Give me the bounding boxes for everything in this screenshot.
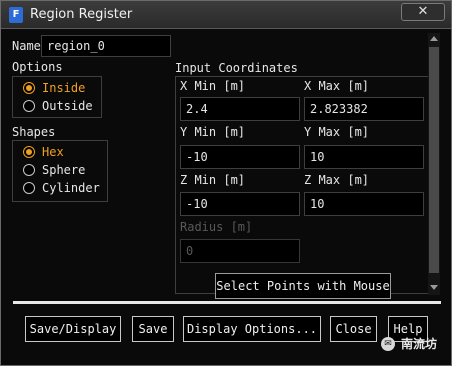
x-min-label: X Min [m] xyxy=(180,79,246,93)
separator-line xyxy=(13,301,441,304)
scroll-up-icon[interactable] xyxy=(430,36,438,41)
display-options-button[interactable]: Display Options... xyxy=(183,316,321,342)
name-label: Name xyxy=(12,39,41,53)
hex-label[interactable]: Hex xyxy=(42,145,64,159)
save-button[interactable]: Save xyxy=(132,316,174,342)
radius-field: 0 xyxy=(180,239,300,263)
outside-radio[interactable] xyxy=(23,100,35,112)
region-register-dialog: F Region Register ✕ Name region_0 Option… xyxy=(0,0,452,366)
window-title: Region Register xyxy=(30,7,133,22)
y-max-field[interactable]: 10 xyxy=(304,145,424,169)
z-min-label: Z Min [m] xyxy=(180,173,246,187)
sphere-label[interactable]: Sphere xyxy=(42,163,85,177)
app-icon: F xyxy=(9,7,23,23)
select-points-button[interactable]: Select Points with Mouse xyxy=(215,273,391,299)
x-max-label: X Max [m] xyxy=(304,79,370,93)
inside-radio[interactable] xyxy=(23,82,35,94)
inside-label[interactable]: Inside xyxy=(42,81,85,95)
z-min-field[interactable]: -10 xyxy=(180,192,300,216)
input-coordinates-label: Input Coordinates xyxy=(175,61,298,75)
shapes-label: Shapes xyxy=(12,125,56,139)
x-min-field[interactable]: 2.4 xyxy=(180,97,300,121)
y-min-field[interactable]: -10 xyxy=(180,145,300,169)
hex-radio[interactable] xyxy=(23,146,35,158)
watermark-text: 南流坊 xyxy=(401,337,438,351)
z-max-field[interactable]: 10 xyxy=(304,192,424,216)
outside-label[interactable]: Outside xyxy=(42,99,93,113)
y-max-label: Y Max [m] xyxy=(304,125,370,139)
cylinder-radio[interactable] xyxy=(23,182,35,194)
scrollbar-thumb[interactable] xyxy=(429,47,439,273)
close-window-button[interactable]: ✕ xyxy=(401,3,445,21)
close-button[interactable]: Close xyxy=(330,316,377,342)
x-max-field[interactable]: 2.823382 xyxy=(304,97,424,121)
radius-label: Radius [m] xyxy=(180,220,253,234)
y-min-label: Y Min [m] xyxy=(180,125,246,139)
cylinder-label[interactable]: Cylinder xyxy=(42,181,100,195)
title-bar[interactable]: F Region Register ✕ xyxy=(1,1,451,29)
sphere-radio[interactable] xyxy=(23,164,35,176)
dialog-content: Name region_0 Options Inside Outside Sha… xyxy=(7,31,447,301)
options-label: Options xyxy=(12,60,63,74)
name-field[interactable]: region_0 xyxy=(41,35,171,57)
save-display-button[interactable]: Save/Display xyxy=(25,316,121,342)
wechat-icon: ✉ xyxy=(381,337,395,351)
scroll-down-icon[interactable] xyxy=(430,285,438,290)
z-max-label: Z Max [m] xyxy=(304,173,370,187)
close-icon: ✕ xyxy=(417,4,429,19)
